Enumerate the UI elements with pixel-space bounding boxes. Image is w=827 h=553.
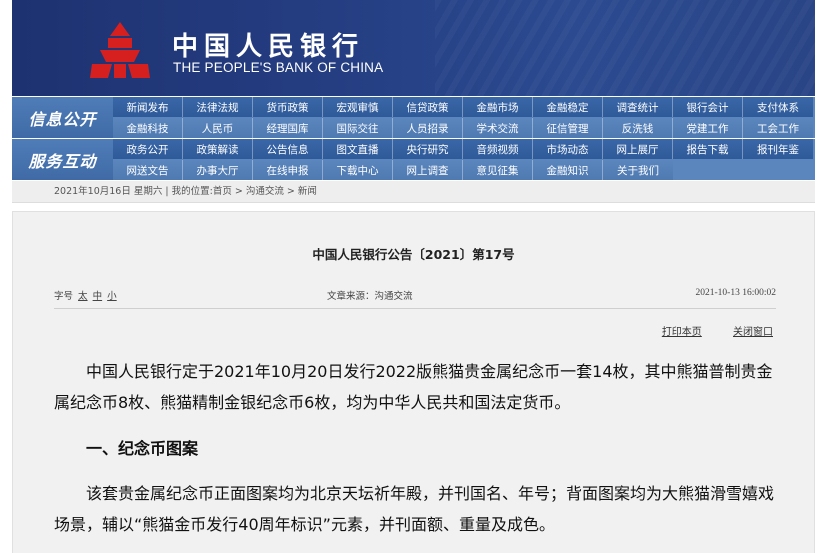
pboc-logo-icon[interactable] [90, 22, 150, 78]
nav-item[interactable]: 报告下载 [673, 139, 743, 159]
nav-item[interactable]: 公告信息 [253, 139, 323, 159]
font-size-controls: 字号 太 中 小 [54, 288, 117, 302]
site-banner: 中国人民银行 THE PEOPLE'S BANK OF CHINA [12, 0, 815, 96]
article-actions: 打印本页 关闭窗口 [634, 323, 773, 338]
article-paragraph-1: 中国人民银行定于2021年10月20日发行2022版熊猫贵金属纪念币一套14枚，… [54, 362, 773, 412]
nav-item[interactable]: 央行研究 [393, 139, 463, 159]
nav-item[interactable]: 人员招录 [393, 118, 463, 138]
nav-item[interactable]: 音频视频 [463, 139, 533, 159]
nav-item[interactable]: 人民币 [183, 118, 253, 138]
nav-item[interactable]: 金融稳定 [533, 97, 603, 117]
article-date: 2021-10-13 16:00:02 [695, 288, 776, 298]
nav-item[interactable]: 征信管理 [533, 118, 603, 138]
font-size-medium-link[interactable]: 中 [93, 291, 103, 302]
nav-item[interactable]: 法律法规 [183, 97, 253, 117]
nav-item[interactable]: 新闻发布 [113, 97, 183, 117]
nav-item[interactable]: 工会工作 [743, 118, 813, 138]
logo-chinese-name[interactable]: 中国人民银行 [172, 26, 364, 63]
nav-section-info: 信息公开 新闻发布 法律法规 货币政策 宏观审慎 信贷政策 金融市场 金融稳定 … [12, 97, 815, 138]
font-size-label: 字号 [54, 291, 74, 302]
font-size-small-link[interactable]: 小 [107, 291, 117, 302]
nav-item[interactable]: 宏观审慎 [323, 97, 393, 117]
nav-item[interactable]: 网送文告 [113, 160, 183, 180]
font-size-large-link[interactable]: 太 [78, 291, 88, 302]
article-source: 文章来源：沟通交流 [327, 291, 413, 302]
nav-item[interactable]: 金融知识 [533, 160, 603, 180]
nav-item[interactable]: 政策解读 [183, 139, 253, 159]
article-paragraph-2: 该套贵金属纪念币正面图案均为北京天坛祈年殿，并刊国名、年号；背面图案均为大熊猫滑… [54, 484, 775, 534]
nav-item[interactable]: 支付体系 [743, 97, 813, 117]
nav-item[interactable]: 网上调查 [393, 160, 463, 180]
logo-english-name[interactable]: THE PEOPLE'S BANK OF CHINA [173, 60, 383, 75]
close-window-link[interactable]: 关闭窗口 [733, 327, 773, 338]
meta-divider [54, 308, 776, 309]
nav-item[interactable]: 银行会计 [673, 97, 743, 117]
nav-item[interactable]: 金融科技 [113, 118, 183, 138]
nav-item[interactable]: 信贷政策 [393, 97, 463, 117]
nav-row-4: 网送文告 办事大厅 在线申报 下载中心 网上调查 意见征集 金融知识 关于我们 [113, 160, 673, 180]
nav-item[interactable]: 下载中心 [323, 160, 393, 180]
nav-item[interactable]: 政务公开 [113, 139, 183, 159]
nav-item[interactable]: 市场动态 [533, 139, 603, 159]
nav-section-service: 服务互动 政务公开 政策解读 公告信息 图文直播 央行研究 音频视频 市场动态 … [12, 139, 815, 180]
nav-item[interactable]: 在线申报 [253, 160, 323, 180]
print-page-link[interactable]: 打印本页 [662, 327, 702, 338]
nav-item[interactable]: 党建工作 [673, 118, 743, 138]
main-navigation: 信息公开 新闻发布 法律法规 货币政策 宏观审慎 信贷政策 金融市场 金融稳定 … [12, 97, 815, 180]
nav-item[interactable]: 学术交流 [463, 118, 533, 138]
nav-item[interactable]: 报刊年鉴 [743, 139, 813, 159]
nav-section-service-title[interactable]: 服务互动 [12, 139, 113, 180]
nav-item[interactable]: 国际交往 [323, 118, 393, 138]
nav-item[interactable]: 货币政策 [253, 97, 323, 117]
nav-item[interactable]: 金融市场 [463, 97, 533, 117]
nav-item[interactable]: 意见征集 [463, 160, 533, 180]
article-section-heading: 一、纪念币图案 [86, 439, 199, 458]
nav-item[interactable]: 关于我们 [603, 160, 673, 180]
nav-item[interactable]: 经理国库 [253, 118, 323, 138]
nav-item[interactable]: 办事大厅 [183, 160, 253, 180]
nav-item[interactable]: 图文直播 [323, 139, 393, 159]
nav-row-2: 金融科技 人民币 经理国库 国际交往 人员招录 学术交流 征信管理 反洗钱 党建… [113, 118, 813, 138]
breadcrumb: 2021年10月16日 星期六 | 我的位置:首页 > 沟通交流 > 新闻 [12, 181, 815, 203]
nav-item[interactable]: 调查统计 [603, 97, 673, 117]
article-meta: 字号 太 中 小 文章来源：沟通交流 2021-10-13 16:00:02 [54, 288, 776, 304]
nav-item[interactable]: 网上展厅 [603, 139, 673, 159]
nav-row-1: 新闻发布 法律法规 货币政策 宏观审慎 信贷政策 金融市场 金融稳定 调查统计 … [113, 97, 813, 117]
nav-section-info-title[interactable]: 信息公开 [12, 97, 113, 138]
article-title: 中国人民银行公告〔2021〕第17号 [312, 247, 515, 262]
nav-row-3: 政务公开 政策解读 公告信息 图文直播 央行研究 音频视频 市场动态 网上展厅 … [113, 139, 813, 159]
nav-item[interactable]: 反洗钱 [603, 118, 673, 138]
article-container: 中国人民银行公告〔2021〕第17号 字号 太 中 小 文章来源：沟通交流 20… [12, 211, 815, 553]
